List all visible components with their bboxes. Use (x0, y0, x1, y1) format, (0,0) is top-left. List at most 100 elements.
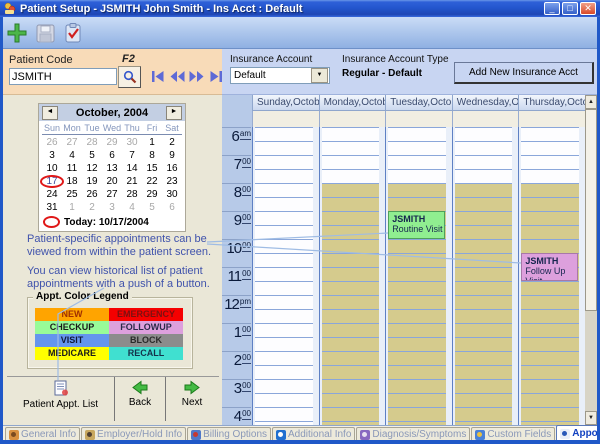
calendar-day[interactable]: 5 (142, 201, 162, 214)
allday-cell[interactable] (518, 111, 585, 127)
month-calendar: ◄ October, 2004 ► SunMonTueWedThuFriSat … (38, 103, 186, 232)
day-header[interactable]: Wednesday,O ... (452, 95, 519, 111)
calendar-day[interactable]: 27 (62, 136, 82, 149)
calendar-day[interactable]: 23 (162, 175, 182, 188)
calendar-day[interactable]: 22 (142, 175, 162, 188)
scrollbar-thumb[interactable] (585, 109, 597, 311)
legend-checkup: CHECKUP (35, 321, 109, 334)
day-column[interactable] (385, 127, 452, 425)
today-label: Today: 10/17/2004 (64, 217, 149, 228)
patient-appt-list-button[interactable]: Patient Appt. List (7, 377, 115, 421)
calendar-day[interactable]: 6 (102, 149, 122, 162)
add-patient-button[interactable] (4, 20, 30, 46)
calendar-next-month-icon[interactable]: ► (166, 106, 182, 120)
calendar-day[interactable]: 7 (122, 149, 142, 162)
add-new-insurance-acct-button[interactable]: Add New Insurance Acct (454, 62, 594, 84)
appointment[interactable]: JSMITHFollow Up Visit (521, 253, 578, 281)
verify-button[interactable] (60, 20, 86, 46)
day-column[interactable] (452, 127, 519, 425)
calendar-day[interactable]: 13 (102, 162, 122, 175)
day-header-row: Sunday,Octob ...Monday,Octob ...Tuesday,… (252, 95, 585, 111)
appointment-patient: JSMITH (392, 214, 444, 224)
calendar-day[interactable]: 3 (102, 201, 122, 214)
allday-cell[interactable] (252, 111, 319, 127)
next-record-icon[interactable] (189, 70, 204, 83)
calendar-day[interactable]: 2 (162, 136, 182, 149)
tab-diagnosis-symptoms[interactable]: Diagnosis/Symptoms (356, 427, 470, 441)
patient-code-input[interactable] (9, 68, 117, 85)
calendar-day[interactable]: 10 (42, 162, 62, 175)
patient-code-label: Patient Code (9, 54, 73, 66)
previous-record-icon[interactable] (170, 70, 185, 83)
calendar-day[interactable]: 28 (82, 136, 102, 149)
calendar-day[interactable]: 5 (82, 149, 102, 162)
calendar-day[interactable]: 16 (162, 162, 182, 175)
time-suffix: am (240, 129, 251, 140)
allday-cell[interactable] (319, 111, 386, 127)
calendar-day[interactable]: 18 (62, 175, 82, 188)
calendar-day[interactable]: 15 (142, 162, 162, 175)
calendar-prev-month-icon[interactable]: ◄ (42, 106, 58, 120)
allday-cell[interactable] (452, 111, 519, 127)
calendar-day[interactable]: 12 (82, 162, 102, 175)
calendar-day[interactable]: 1 (142, 136, 162, 149)
day-header[interactable]: Sunday,Octob ... (252, 95, 319, 111)
calendar-day[interactable]: 28 (122, 188, 142, 201)
back-button[interactable]: Back (115, 377, 166, 421)
scroll-up-icon[interactable]: ▲ (585, 95, 597, 109)
allday-cell[interactable] (385, 111, 452, 127)
calendar-day[interactable]: 4 (122, 201, 142, 214)
day-column[interactable] (319, 127, 386, 425)
tab-general-info[interactable]: General Info (5, 427, 80, 441)
save-button[interactable] (32, 20, 58, 46)
calendar-footer[interactable]: Today: 10/17/2004 (39, 214, 185, 231)
calendar-day[interactable]: 1 (62, 201, 82, 214)
calendar-day[interactable]: 19 (82, 175, 102, 188)
calendar-day[interactable]: 29 (142, 188, 162, 201)
calendar-day[interactable]: 6 (162, 201, 182, 214)
calendar-day[interactable]: 4 (62, 149, 82, 162)
calendar-day[interactable]: 9 (162, 149, 182, 162)
calendar-day[interactable]: 2 (82, 201, 102, 214)
insurance-account-select[interactable]: Default ▼ (230, 67, 330, 84)
calendar-day[interactable]: 21 (122, 175, 142, 188)
calendar-day[interactable]: 31 (42, 201, 62, 214)
appointment[interactable]: JSMITHRoutine Visit (388, 211, 445, 239)
tab-additional-info[interactable]: Additional Info (272, 427, 355, 441)
calendar-day[interactable]: 3 (42, 149, 62, 162)
tab-billing-options[interactable]: Billing Options (187, 427, 271, 441)
calendar-day[interactable]: 30 (162, 188, 182, 201)
calendar-day[interactable]: 26 (82, 188, 102, 201)
calendar-day[interactable]: 24 (42, 188, 62, 201)
time-label: 100 (222, 323, 251, 352)
day-header[interactable]: Tuesday,Octo ... (385, 95, 452, 111)
calendar-day[interactable]: 27 (102, 188, 122, 201)
calendar-day[interactable]: 20 (102, 175, 122, 188)
title-bar[interactable]: Patient Setup - JSMITH John Smith - Ins … (0, 0, 600, 17)
calendar-day[interactable]: 11 (62, 162, 82, 175)
next-button[interactable]: Next (166, 377, 218, 421)
tab-employer-hold-info[interactable]: Employer/Hold Info (81, 427, 186, 441)
schedule-scrollbar[interactable]: ▲ ▼ (585, 95, 597, 425)
calendar-day[interactable]: 25 (62, 188, 82, 201)
calendar-day[interactable]: 8 (142, 149, 162, 162)
calendar-day[interactable]: 30 (122, 136, 142, 149)
patient-search-button[interactable] (118, 66, 141, 88)
minimize-icon[interactable]: _ (544, 2, 560, 15)
maximize-icon[interactable]: □ (562, 2, 578, 15)
close-icon[interactable]: ✕ (580, 2, 596, 15)
day-column[interactable] (252, 127, 319, 425)
day-header[interactable]: Monday,Octob ... (319, 95, 386, 111)
first-record-icon[interactable] (151, 70, 166, 83)
scroll-down-icon[interactable]: ▼ (585, 411, 597, 425)
tab-custom-fields[interactable]: Custom Fields (471, 427, 555, 441)
tab-appointments[interactable]: Appointments (556, 425, 600, 441)
day-header[interactable]: Thursday,Octo ... (518, 95, 585, 111)
calendar-day[interactable]: 26 (42, 136, 62, 149)
calendar-day-selected[interactable]: 17 (42, 175, 62, 188)
window-border-left (0, 17, 3, 444)
last-record-icon[interactable] (208, 70, 223, 83)
calendar-day[interactable]: 29 (102, 136, 122, 149)
calendar-day[interactable]: 14 (122, 162, 142, 175)
time-hour: 4 (234, 408, 241, 425)
